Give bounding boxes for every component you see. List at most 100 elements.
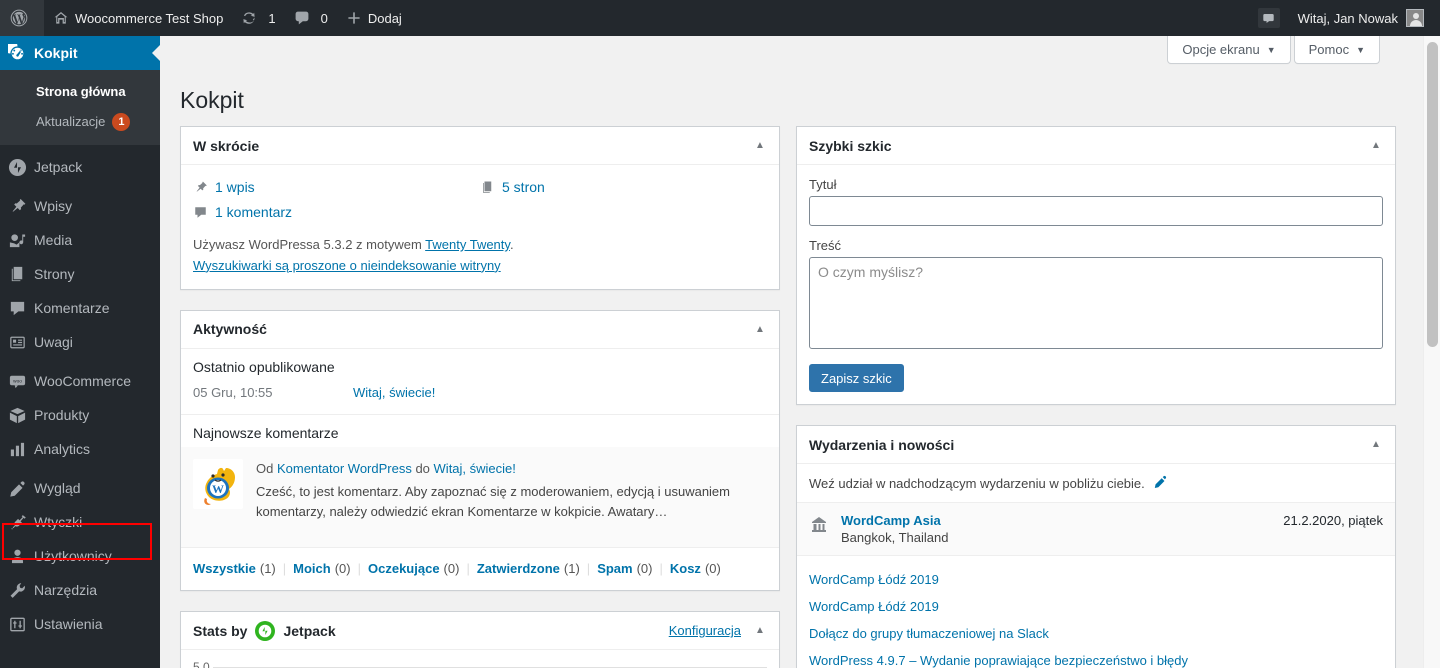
update-count-badge: 1 bbox=[112, 113, 131, 131]
noindex-warning-link[interactable]: Wyszukiwarki są proszone o nieindeksowan… bbox=[193, 256, 767, 277]
sidebar-item-analytics[interactable]: Analytics bbox=[0, 432, 160, 466]
wordpress-logo-icon bbox=[9, 8, 29, 28]
news-link[interactable]: WordCamp Łódź 2019 bbox=[809, 599, 939, 614]
comment-author-link[interactable]: Komentator WordPress bbox=[277, 461, 412, 476]
divider: | bbox=[282, 561, 287, 577]
sidebar-item-label: Wpisy bbox=[34, 198, 73, 214]
update-arrows-icon bbox=[241, 10, 257, 26]
list-item[interactable]: Moich (0) | bbox=[293, 561, 368, 576]
collapse-toggle-icon[interactable]: ▲ bbox=[1369, 439, 1383, 450]
wrench-icon bbox=[0, 581, 34, 600]
list-item[interactable]: Zatwierdzone (1) | bbox=[477, 561, 597, 576]
comments-menu[interactable]: 0 bbox=[285, 0, 337, 36]
sidebar-item-label: Analytics bbox=[34, 441, 91, 457]
glance-item-pages[interactable]: 5 stron bbox=[480, 177, 767, 202]
filter-wszystkie-link[interactable]: Wszystkie bbox=[193, 561, 256, 576]
new-content-menu[interactable]: Dodaj bbox=[337, 0, 411, 36]
quick-draft-body: Tytuł Treść Zapisz szkic bbox=[797, 165, 1395, 404]
collapse-toggle-icon[interactable]: ▲ bbox=[753, 625, 767, 636]
pencil-icon[interactable] bbox=[1153, 474, 1168, 492]
save-draft-button[interactable]: Zapisz szkic bbox=[809, 364, 904, 392]
recent-comments-block: Najnowsze komentarze W Od Komentator Wor… bbox=[181, 415, 779, 591]
help-button[interactable]: Pomoc ▼ bbox=[1293, 36, 1380, 64]
list-item[interactable]: WordCamp Łódź 2019 bbox=[809, 566, 1383, 593]
sidebar-item-uwagi[interactable]: Uwagi bbox=[0, 325, 160, 359]
screen-options-button[interactable]: Opcje ekranu ▼ bbox=[1167, 36, 1291, 64]
collapse-toggle-icon[interactable]: ▲ bbox=[753, 324, 767, 335]
list-item[interactable]: Spam (0) | bbox=[597, 561, 670, 576]
glance-item-posts[interactable]: 1 wpis bbox=[193, 177, 480, 202]
comment-post-link[interactable]: Witaj, świecie! bbox=[434, 461, 516, 476]
list-item[interactable]: Wszystkie (1) | bbox=[193, 561, 293, 576]
wp-logo-menu[interactable] bbox=[0, 0, 44, 36]
konfiguracja-link[interactable]: Konfiguracja bbox=[669, 623, 741, 638]
news-link[interactable]: WordCamp Łódź 2019 bbox=[809, 572, 939, 587]
theme-link[interactable]: Twenty Twenty bbox=[425, 237, 510, 252]
glance-pages-link[interactable]: 5 stron bbox=[502, 179, 545, 195]
list-item[interactable]: Dołącz do grupy tłumaczeniowej na Slack bbox=[809, 620, 1383, 647]
events-news-header[interactable]: Wydarzenia i nowości ▲ bbox=[797, 426, 1395, 464]
sidebar-item-produkty[interactable]: Produkty bbox=[0, 398, 160, 432]
jetpack-icon bbox=[255, 620, 276, 641]
pin-icon bbox=[0, 197, 34, 216]
postbox-at-a-glance: W skrócie ▲ 1 wpis 5 stron 1 komentarz U… bbox=[180, 126, 780, 290]
glance-comments-link[interactable]: 1 komentarz bbox=[215, 204, 292, 220]
glance-posts-link[interactable]: 1 wpis bbox=[215, 179, 255, 195]
sidebar-item-wpisy[interactable]: Wpisy bbox=[0, 189, 160, 223]
sidebar-item-wtyczki[interactable]: Wtyczki bbox=[0, 505, 160, 539]
updates-menu[interactable]: 1 bbox=[232, 0, 284, 36]
sidebar-subitem-strona-glowna[interactable]: Strona główna bbox=[0, 77, 160, 107]
event-details: WordCamp Asia Bangkok, Thailand bbox=[841, 513, 948, 545]
scrollbar-thumb[interactable] bbox=[1427, 42, 1438, 347]
news-link[interactable]: WordPress 4.9.7 – Wydanie poprawiające b… bbox=[809, 653, 1188, 668]
sidebar-subitem-aktualizacje[interactable]: Aktualizacje 1 bbox=[0, 107, 160, 137]
list-item[interactable]: WordPress 4.9.7 – Wydanie poprawiające b… bbox=[809, 647, 1383, 668]
sidebar-item-woocommerce[interactable]: woo WooCommerce bbox=[0, 364, 160, 398]
event-date: 21.2.2020, piątek bbox=[1283, 513, 1383, 528]
filter-count: (0) bbox=[636, 561, 653, 577]
quick-draft-title-input[interactable] bbox=[809, 196, 1383, 226]
sidebar-item-strony[interactable]: Strony bbox=[0, 257, 160, 291]
sidebar-item-ustawienia[interactable]: Ustawienia bbox=[0, 607, 160, 641]
filter-kosz-link[interactable]: Kosz bbox=[670, 561, 701, 576]
sidebar-item-komentarze[interactable]: Komentarze bbox=[0, 291, 160, 325]
recent-post-link[interactable]: Witaj, świecie! bbox=[353, 385, 435, 400]
sidebar-item-label: Wygląd bbox=[34, 480, 81, 496]
collapse-toggle-icon[interactable]: ▲ bbox=[1369, 140, 1383, 151]
sidebar-item-label: Strony bbox=[34, 266, 75, 282]
activity-header[interactable]: Aktywność ▲ bbox=[181, 311, 779, 349]
list-item[interactable]: Oczekujące (0) | bbox=[368, 561, 477, 576]
page-scrollbar[interactable] bbox=[1423, 36, 1440, 668]
sidebar-item-narzedzia[interactable]: Narzędzia bbox=[0, 573, 160, 607]
at-a-glance-title: W skrócie bbox=[193, 137, 260, 154]
quick-draft-content-textarea[interactable] bbox=[809, 257, 1383, 349]
sidebar-item-uzytkownicy[interactable]: Użytkownicy bbox=[0, 539, 160, 573]
sidebar-item-label: Jetpack bbox=[34, 159, 83, 175]
quick-draft-header[interactable]: Szybki szkic ▲ bbox=[797, 127, 1395, 165]
collapse-toggle-icon[interactable]: ▲ bbox=[753, 140, 767, 151]
filter-oczekujace-link[interactable]: Oczekujące bbox=[368, 561, 440, 576]
my-account-menu[interactable]: Witaj, Jan Nowak bbox=[1289, 0, 1440, 36]
sidebar-item-media[interactable]: Media bbox=[0, 223, 160, 257]
jetpack-stats-header[interactable]: Stats by Jetpack Konfiguracja ▲ bbox=[181, 612, 779, 651]
sidebar-item-kokpit[interactable]: Kokpit bbox=[0, 36, 160, 70]
notifications-menu[interactable] bbox=[1249, 0, 1289, 36]
filter-count: (1) bbox=[563, 561, 580, 577]
glance-item-comments[interactable]: 1 komentarz bbox=[193, 202, 480, 227]
filter-moich-link[interactable]: Moich bbox=[293, 561, 331, 576]
filter-zatwierdzone-link[interactable]: Zatwierdzone bbox=[477, 561, 560, 576]
list-item[interactable]: WordCamp Łódź 2019 bbox=[809, 593, 1383, 620]
site-name-menu[interactable]: Woocommerce Test Shop bbox=[44, 0, 232, 36]
news-link[interactable]: Dołącz do grupy tłumaczeniowej na Slack bbox=[809, 626, 1049, 641]
help-label: Pomoc bbox=[1308, 42, 1350, 57]
filter-spam-link[interactable]: Spam bbox=[597, 561, 632, 576]
list-item[interactable]: Kosz (0) bbox=[670, 561, 721, 576]
at-a-glance-header[interactable]: W skrócie ▲ bbox=[181, 127, 779, 165]
at-a-glance-body: 1 wpis 5 stron 1 komentarz Używasz WordP… bbox=[181, 165, 779, 289]
events-news-title: Wydarzenia i nowości bbox=[809, 436, 955, 453]
event-name-link[interactable]: WordCamp Asia bbox=[841, 513, 941, 528]
sidebar-item-wyglad[interactable]: Wygląd bbox=[0, 471, 160, 505]
dashboard-icon bbox=[0, 43, 34, 63]
sidebar-item-jetpack[interactable]: Jetpack bbox=[0, 150, 160, 184]
updates-count: 1 bbox=[268, 10, 276, 26]
